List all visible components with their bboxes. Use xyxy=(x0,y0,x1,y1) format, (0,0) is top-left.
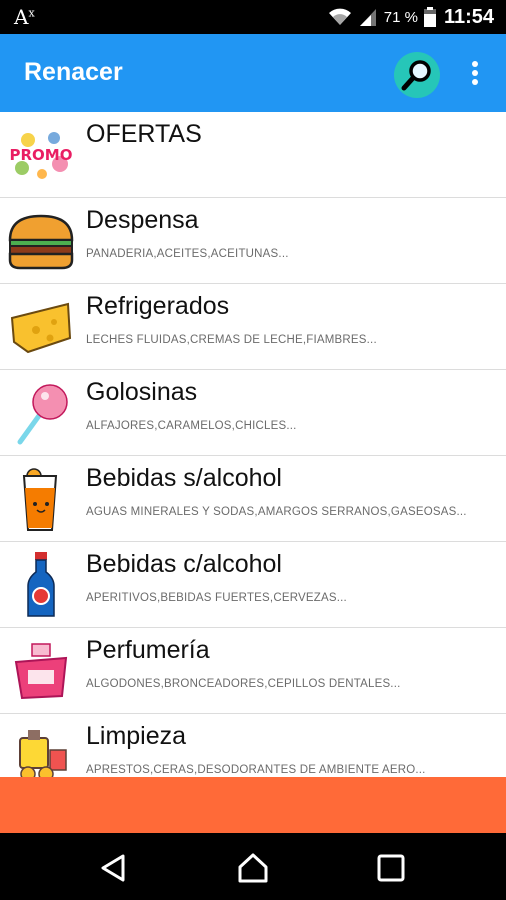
overflow-menu-button[interactable] xyxy=(460,58,490,90)
svg-text:PROMO: PROMO xyxy=(10,146,73,164)
promo-icon: PROMO xyxy=(6,122,76,188)
category-title: Limpieza xyxy=(86,722,187,750)
category-item-limpieza[interactable]: Limpieza APRESTOS,CERAS,DESODORANTES DE … xyxy=(0,714,506,777)
category-list: PROMO OFERTAS Despensa PANADERIA,ACEITES… xyxy=(0,112,506,777)
category-subtitle: AGUAS MINERALES Y SODAS,AMARGOS SERRANOS… xyxy=(86,506,467,518)
search-button[interactable] xyxy=(394,52,440,98)
category-subtitle: APERITIVOS,BEBIDAS FUERTES,CERVEZAS... xyxy=(86,592,347,604)
category-title: Golosinas xyxy=(86,378,198,406)
category-item-bebidas-sin-alcohol[interactable]: Bebidas s/alcohol AGUAS MINERALES Y SODA… xyxy=(0,456,506,542)
cleaning-icon xyxy=(6,724,76,777)
juice-icon xyxy=(6,466,76,532)
home-icon xyxy=(238,853,268,883)
category-title: Bebidas s/alcohol xyxy=(86,464,282,492)
category-item-bebidas-con-alcohol[interactable]: Bebidas c/alcohol APERITIVOS,BEBIDAS FUE… xyxy=(0,542,506,628)
burger-icon xyxy=(6,208,76,274)
category-subtitle: PANADERIA,ACEITES,ACEITUNAS... xyxy=(86,248,289,260)
more-vert-icon xyxy=(472,61,478,67)
accessibility-indicator: Ax xyxy=(14,5,35,29)
category-item-despensa[interactable]: Despensa PANADERIA,ACEITES,ACEITUNAS... xyxy=(0,198,506,284)
category-subtitle: ALGODONES,BRONCEADORES,CEPILLOS DENTALES… xyxy=(86,678,401,690)
category-item-ofertas[interactable]: PROMO OFERTAS xyxy=(0,112,506,198)
system-nav-bar xyxy=(0,833,506,900)
category-subtitle: ALFAJORES,CARAMELOS,CHICLES... xyxy=(86,420,297,432)
cheese-icon xyxy=(6,294,76,360)
recents-button[interactable] xyxy=(374,851,408,885)
search-icon xyxy=(401,60,431,91)
bottle-icon xyxy=(6,552,76,618)
category-title: Perfumería xyxy=(86,636,210,664)
category-subtitle: APRESTOS,CERAS,DESODORANTES DE AMBIENTE … xyxy=(86,764,426,776)
status-bar: Ax 71 % 11:54 xyxy=(0,0,506,34)
battery-percent: 71 % xyxy=(383,8,418,26)
app-title: Renacer xyxy=(24,58,123,86)
back-button[interactable] xyxy=(97,851,131,885)
cell-signal-icon xyxy=(359,9,376,26)
perfume-icon xyxy=(6,638,76,704)
category-subtitle: LECHES FLUIDAS,CREMAS DE LECHE,FIAMBRES.… xyxy=(86,334,377,346)
category-title: Refrigerados xyxy=(86,292,230,320)
recents-icon xyxy=(377,854,405,882)
category-title: OFERTAS xyxy=(86,120,202,148)
category-title: Despensa xyxy=(86,206,199,234)
lollipop-icon xyxy=(6,380,76,446)
category-item-refrigerados[interactable]: Refrigerados LECHES FLUIDAS,CREMAS DE LE… xyxy=(0,284,506,370)
wifi-icon xyxy=(328,8,351,25)
bottom-banner[interactable] xyxy=(0,777,506,833)
clock: 11:54 xyxy=(443,5,494,28)
category-item-golosinas[interactable]: Golosinas ALFAJORES,CARAMELOS,CHICLES... xyxy=(0,370,506,456)
back-icon xyxy=(101,854,125,882)
category-title: Bebidas c/alcohol xyxy=(86,550,282,578)
battery-icon xyxy=(423,7,436,27)
category-item-perfumeria[interactable]: Perfumería ALGODONES,BRONCEADORES,CEPILL… xyxy=(0,628,506,714)
status-icons: 71 % 11:54 xyxy=(328,6,494,28)
home-button[interactable] xyxy=(236,851,270,885)
app-bar: Renacer xyxy=(0,34,506,112)
